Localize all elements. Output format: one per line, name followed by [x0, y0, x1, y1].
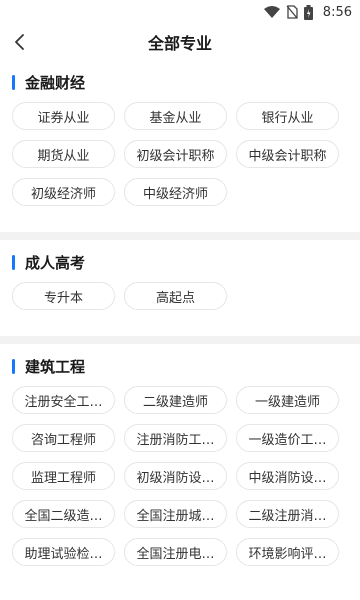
section-accent-bar	[12, 358, 15, 374]
major-chip[interactable]: 初级消防设…	[124, 462, 227, 490]
section-divider	[0, 336, 360, 344]
major-chip[interactable]: 全国二级造…	[12, 500, 115, 528]
major-chip[interactable]: 监理工程师	[12, 462, 115, 490]
major-chip[interactable]: 期货从业	[12, 140, 115, 168]
major-chip[interactable]: 一级建造师	[236, 386, 339, 414]
major-chip[interactable]: 咨询工程师	[12, 424, 115, 452]
major-chip[interactable]: 助理试验检…	[12, 538, 115, 566]
chip-group: 专升本 高起点	[12, 280, 348, 320]
section-title: 成人高考	[25, 253, 86, 272]
major-chip[interactable]: 银行从业	[236, 102, 339, 130]
major-chip[interactable]: 中级会计职称	[236, 140, 339, 168]
section-accent-bar	[12, 254, 15, 270]
section-header: 成人高考	[12, 240, 348, 280]
section-header: 建筑工程	[12, 344, 348, 384]
major-chip[interactable]: 环境影响评…	[236, 538, 339, 566]
section-title: 建筑工程	[25, 357, 86, 376]
major-chip[interactable]: 一级造价工…	[236, 424, 339, 452]
major-chip[interactable]: 全国注册城…	[124, 500, 227, 528]
chip-group: 证券从业 基金从业 银行从业 期货从业 初级会计职称 中级会计职称 初级经济师 …	[12, 100, 348, 216]
major-chip[interactable]: 高起点	[124, 282, 227, 310]
battery-icon	[303, 4, 313, 20]
major-chip[interactable]: 中级消防设…	[236, 462, 339, 490]
wifi-icon	[263, 6, 280, 18]
major-chip[interactable]: 初级经济师	[12, 178, 115, 206]
major-chip[interactable]: 注册消防工…	[124, 424, 227, 452]
major-chip[interactable]: 中级经济师	[124, 178, 227, 206]
section-construction: 建筑工程 注册安全工… 二级建造师 一级建造师 咨询工程师 注册消防工… 一级造…	[0, 344, 360, 576]
back-button[interactable]	[8, 31, 30, 53]
section-adult-exam: 成人高考 专升本 高起点	[0, 240, 360, 336]
section-title: 金融财经	[25, 73, 86, 92]
major-chip[interactable]: 二级注册消…	[236, 500, 339, 528]
major-chip[interactable]: 专升本	[12, 282, 115, 310]
major-chip[interactable]: 二级建造师	[124, 386, 227, 414]
top-nav-bar: 全部专业	[0, 24, 360, 60]
status-time: 8:56	[322, 4, 352, 20]
status-bar: 8:56	[0, 0, 360, 24]
section-accent-bar	[12, 74, 15, 90]
major-chip[interactable]: 证券从业	[12, 102, 115, 130]
major-chip[interactable]: 基金从业	[124, 102, 227, 130]
page-title: 全部专业	[147, 34, 212, 53]
chevron-left-icon	[15, 34, 24, 50]
major-chip[interactable]: 全国注册电…	[124, 538, 227, 566]
no-sim-icon	[286, 5, 298, 19]
chip-group: 注册安全工… 二级建造师 一级建造师 咨询工程师 注册消防工… 一级造价工… 监…	[12, 384, 348, 576]
section-header: 金融财经	[12, 60, 348, 100]
major-chip[interactable]: 注册安全工…	[12, 386, 115, 414]
major-chip[interactable]: 初级会计职称	[124, 140, 227, 168]
section-finance: 金融财经 证券从业 基金从业 银行从业 期货从业 初级会计职称 中级会计职称 初…	[0, 60, 360, 232]
section-divider	[0, 232, 360, 240]
